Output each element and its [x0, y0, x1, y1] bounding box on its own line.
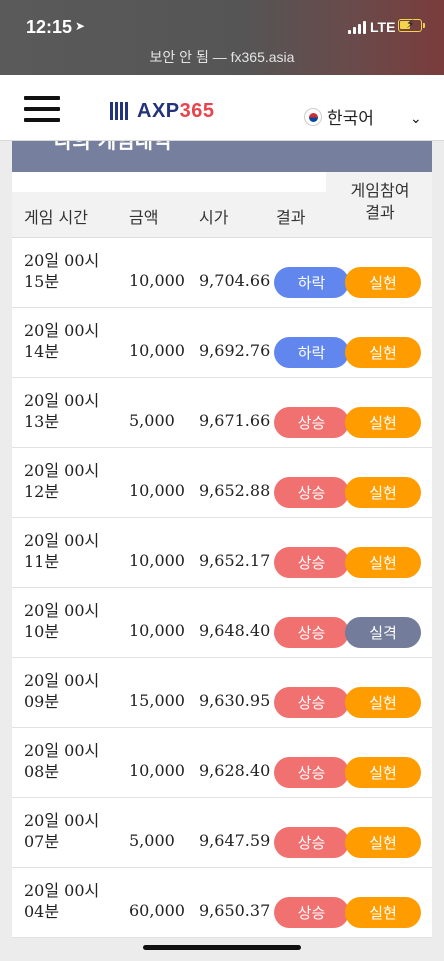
clock: 12:15 — [26, 17, 73, 37]
logo-text-b: 365 — [179, 99, 215, 122]
cell-amount: 10,000 — [129, 341, 185, 360]
cell-amount: 5,000 — [129, 831, 175, 850]
site-header: AXP365 한국어 ⌄ — [0, 75, 444, 141]
participation-badge: 실현 — [345, 547, 421, 578]
result-badge: 하락 — [274, 267, 349, 298]
cell-time: 20일 00시 14분 — [24, 321, 100, 361]
table-row: 20일 00시 14분 10,000 9,692.76 하락 실현 — [12, 308, 432, 378]
column-header-price: 시가 — [199, 208, 229, 227]
cell-price: 9,652.17 — [199, 551, 271, 570]
cell-amount: 10,000 — [129, 621, 185, 640]
logo-text-a: AXP — [137, 99, 180, 122]
battery-tip — [423, 23, 425, 28]
cell-time: 20일 00시 15분 — [24, 251, 100, 291]
language-label: 한국어 — [327, 109, 374, 129]
table-row: 20일 00시 04분 60,000 9,650.37 상승 실현 — [12, 868, 432, 938]
result-badge: 상승 — [274, 687, 349, 718]
result-badge: 상승 — [274, 477, 349, 508]
page-title: 나의 게임내역 — [54, 141, 172, 153]
cell-time: 20일 00시 13분 — [24, 391, 100, 431]
cell-price: 9,628.40 — [199, 761, 271, 780]
participation-badge: 실현 — [345, 757, 421, 788]
hamburger-menu-icon[interactable] — [24, 96, 60, 122]
participation-badge: 실현 — [345, 477, 421, 508]
cell-price: 9,648.40 — [199, 621, 271, 640]
cell-price: 9,652.88 — [199, 481, 271, 500]
column-header-time: 게임 시간 — [24, 208, 88, 227]
cell-amount: 60,000 — [129, 901, 185, 920]
table-row: 20일 00시 08분 10,000 9,628.40 상승 실현 — [12, 728, 432, 798]
cell-price: 9,650.37 — [199, 901, 271, 920]
result-badge: 하락 — [274, 337, 349, 368]
participation-badge: 실현 — [345, 267, 421, 298]
table-row: 20일 00시 11분 10,000 9,652.17 상승 실현 — [12, 518, 432, 588]
column-header-result: 결과 — [276, 208, 306, 227]
column-header-amount: 금액 — [129, 208, 159, 227]
cell-time: 20일 00시 12분 — [24, 461, 100, 501]
participation-badge: 실격 — [345, 617, 421, 648]
url-host: fx365.asia — [230, 49, 295, 65]
column-header-participation: 게임참여 결과 — [350, 181, 410, 222]
game-history-table: 게임 시간 금액 시가 결과 게임참여 결과 20일 00시 15분 10,000… — [12, 172, 432, 938]
result-badge: 상승 — [274, 407, 349, 438]
cell-price: 9,671.66 — [199, 411, 271, 430]
cell-time: 20일 00시 11분 — [24, 531, 100, 571]
result-badge: 상승 — [274, 897, 349, 928]
security-warning: 보안 안 됨 — — [149, 49, 231, 65]
cell-price: 9,647.59 — [199, 831, 271, 850]
table-row: 20일 00시 15분 10,000 9,704.66 하락 실현 — [12, 238, 432, 308]
table-row: 20일 00시 12분 10,000 9,652.88 상승 실현 — [12, 448, 432, 518]
home-indicator[interactable] — [143, 945, 301, 950]
table-row: 20일 00시 07분 5,000 9,647.59 상승 실현 — [12, 798, 432, 868]
battery-icon: ⚡ — [398, 17, 422, 32]
result-badge: 상승 — [274, 827, 349, 858]
language-selector[interactable]: 한국어 — [304, 104, 374, 129]
cell-amount: 10,000 — [129, 271, 185, 290]
chevron-down-icon[interactable]: ⌄ — [410, 111, 422, 127]
network-type: LTE — [370, 19, 396, 35]
location-arrow-icon: ➤ — [75, 19, 86, 33]
table-row: 20일 00시 10분 10,000 9,648.40 상승 실격 — [12, 588, 432, 658]
logo-bars-icon — [110, 102, 132, 120]
result-badge: 상승 — [274, 547, 349, 578]
participation-badge: 실현 — [345, 337, 421, 368]
table-header: 게임 시간 금액 시가 결과 게임참여 결과 — [12, 172, 432, 238]
cell-time: 20일 00시 08분 — [24, 741, 100, 781]
korea-flag-icon — [304, 107, 322, 126]
status-bar: 12:15 ➤ LTE ⚡ 보안 안 됨 — fx365.asia — [0, 0, 444, 75]
cell-price: 9,630.95 — [199, 691, 271, 710]
table-row: 20일 00시 09분 15,000 9,630.95 상승 실현 — [12, 658, 432, 728]
cell-amount: 10,000 — [129, 551, 185, 570]
cell-amount: 5,000 — [129, 411, 175, 430]
cell-time: 20일 00시 09분 — [24, 671, 100, 711]
cell-amount: 15,000 — [129, 691, 185, 710]
table-row: 20일 00시 13분 5,000 9,671.66 상승 실현 — [12, 378, 432, 448]
card-title-bar: 나의 게임내역 — [12, 141, 432, 172]
cell-amount: 10,000 — [129, 481, 185, 500]
participation-badge: 실현 — [345, 687, 421, 718]
result-badge: 상승 — [274, 757, 349, 788]
signal-icon — [348, 20, 366, 34]
participation-badge: 실현 — [345, 897, 421, 928]
cell-time: 20일 00시 07분 — [24, 811, 100, 851]
result-badge: 상승 — [274, 617, 349, 648]
cell-price: 9,692.76 — [199, 341, 271, 360]
cell-time: 20일 00시 04분 — [24, 881, 100, 921]
site-logo[interactable]: AXP365 — [110, 100, 215, 122]
cell-time: 20일 00시 10분 — [24, 601, 100, 641]
cell-price: 9,704.66 — [199, 271, 271, 290]
participation-badge: 실현 — [345, 827, 421, 858]
address-bar[interactable]: 보안 안 됨 — fx365.asia — [0, 47, 444, 67]
cell-amount: 10,000 — [129, 761, 185, 780]
participation-badge: 실현 — [345, 407, 421, 438]
